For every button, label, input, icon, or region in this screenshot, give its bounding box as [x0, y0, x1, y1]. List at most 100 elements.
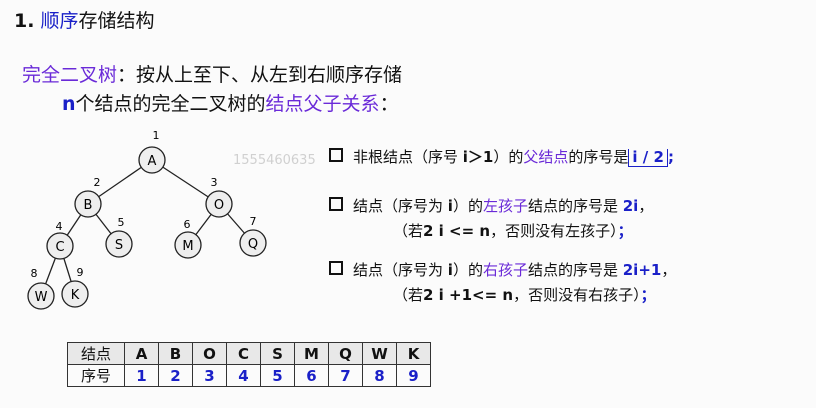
rule3-text-c: ）的	[452, 261, 483, 279]
table-cell: Q	[328, 342, 363, 365]
table-cell: 8	[362, 364, 397, 387]
node-label-a: A	[148, 154, 157, 169]
node-index-w: 8	[31, 267, 38, 280]
intro-line-1: 完全二叉树：按从上至下、从左到右顺序存储	[22, 60, 402, 87]
rule3-end: ，	[661, 261, 677, 279]
table-cell: 6	[294, 364, 329, 387]
rule2-end: ，	[638, 197, 654, 215]
rule-parent: 非根结点（序号 i＞1）的父结点的序号是 i / 2;	[329, 146, 674, 167]
rule1-formula: i / 2	[628, 149, 668, 167]
rule2-text-e: 结点的序号是	[527, 197, 623, 215]
intro-term: 完全二叉树	[22, 64, 118, 86]
table-cell: K	[396, 342, 431, 365]
rule3-cond-c: ，否则没有右孩子）	[513, 286, 641, 304]
table-cell: 5	[260, 364, 295, 387]
tree-node-a: A 1	[138, 129, 166, 174]
section-heading: 1. 顺序存储结构	[14, 6, 155, 33]
table-cell: 9	[396, 364, 431, 387]
node-label-m: M	[182, 239, 193, 254]
rule-left-child: 结点（序号为 i）的左孩子结点的序号是 2i，	[329, 195, 653, 216]
rule2-cond-a: （若	[393, 222, 424, 240]
rule3-text-a: 结点（序号为	[353, 261, 448, 279]
heading-number: 1.	[14, 10, 35, 32]
node-label-b: B	[84, 198, 93, 213]
intro-line-2: n个结点的完全二叉树的结点父子关系：	[62, 89, 399, 116]
intro-line2-b: 结点父子关系	[265, 93, 380, 115]
rule3-cond-a: （若	[393, 286, 424, 304]
tree-node-b: B 2	[74, 176, 102, 218]
rule-right-child: 结点（序号为 i）的右孩子结点的序号是 2i+1，	[329, 259, 676, 280]
table-header-node: 结点	[67, 342, 125, 365]
node-index-c: 4	[56, 220, 63, 233]
tree-node-o: O 3	[205, 176, 233, 218]
node-index-a: 1	[153, 129, 160, 142]
intro-n: n	[62, 93, 76, 115]
rule2-formula: 2i	[622, 197, 639, 215]
rule1-text-a: 非根结点（序号	[353, 148, 463, 166]
rule1-term: 父结点	[523, 148, 569, 166]
table-row-indices: 序号 1 2 3 4 5 6 7 8 9	[67, 364, 431, 387]
tree-node-k: K 9	[61, 266, 89, 308]
tree-node-c: C 4	[46, 220, 74, 260]
node-label-k: K	[71, 288, 80, 303]
checkbox-icon	[329, 197, 343, 211]
rule-left-child-condition: （若2 i <= n，否则没有左孩子）；	[393, 220, 633, 241]
intro-line2-c: ：	[379, 93, 399, 115]
rule1-text-c: ）的	[493, 148, 524, 166]
rule2-cond-c: ，否则没有左孩子）	[490, 222, 618, 240]
node-index-q: 7	[250, 215, 257, 228]
table-cell: O	[192, 342, 227, 365]
rule2-text-c: ）的	[452, 197, 483, 215]
node-label-w: W	[35, 290, 48, 305]
rule3-cond-end: ；	[640, 286, 656, 304]
rule2-cond-end: ；	[617, 222, 633, 240]
table-header-index: 序号	[67, 364, 125, 387]
node-label-c: C	[55, 240, 64, 255]
node-index-s: 5	[118, 216, 125, 229]
heading-accent: 顺序	[40, 10, 79, 32]
table-cell: A	[124, 342, 159, 365]
checkbox-icon	[329, 148, 343, 162]
tree-node-m: M 6	[174, 218, 202, 259]
rule1-text-e: 的序号是	[568, 148, 629, 166]
table-cell: 3	[192, 364, 227, 387]
table-cell: 2	[158, 364, 193, 387]
rule3-formula: 2i+1	[622, 261, 662, 279]
rule3-term: 右孩子	[482, 261, 528, 279]
binary-tree-diagram: A 1 B 2 O 3 C 4 S 5 M 6 Q 7 W 8 K 9	[27, 129, 267, 310]
node-index-m: 6	[184, 218, 191, 231]
table-cell: B	[158, 342, 193, 365]
node-index-k: 9	[77, 266, 84, 279]
tree-node-s: S 5	[105, 216, 133, 258]
tree-edges	[40, 159, 254, 297]
watermark-text: 1555460635	[233, 153, 316, 168]
rule3-text-e: 结点的序号是	[527, 261, 623, 279]
node-label-s: S	[115, 238, 123, 253]
rule1-condition: i＞1	[462, 148, 494, 166]
checkbox-icon	[329, 261, 343, 275]
node-index-table: 结点 A B O C S M Q W K 序号 1 2 3 4 5 6 7 8 …	[67, 342, 431, 387]
table-cell: S	[260, 342, 295, 365]
heading-rest: 存储结构	[78, 10, 155, 32]
node-label-q: Q	[248, 237, 258, 252]
rule3-cond-expr: 2 i +1<= n	[423, 286, 514, 304]
table-cell: 7	[328, 364, 363, 387]
rule-right-child-condition: （若2 i +1<= n，否则没有右孩子）；	[393, 284, 656, 305]
node-label-o: O	[214, 198, 224, 213]
rule1-end: ;	[667, 148, 674, 166]
intro-line1-rest: ：按从上至下、从左到右顺序存储	[117, 64, 403, 86]
rule2-cond-expr: 2 i <= n	[423, 222, 491, 240]
table-cell: 1	[124, 364, 159, 387]
table-cell: C	[226, 342, 261, 365]
table-cell: W	[362, 342, 397, 365]
tree-nodes: A 1 B 2 O 3 C 4 S 5 M 6 Q 7 W 8 K 9	[27, 129, 267, 310]
table-row-labels: 结点 A B O C S M Q W K	[67, 342, 431, 365]
rule2-term: 左孩子	[482, 197, 528, 215]
table-cell: M	[294, 342, 329, 365]
node-index-b: 2	[94, 176, 101, 189]
rule2-text-a: 结点（序号为	[353, 197, 448, 215]
tree-node-q: Q 7	[239, 215, 267, 257]
node-index-o: 3	[211, 176, 218, 189]
table-cell: 4	[226, 364, 261, 387]
intro-line2-a: 个结点的完全二叉树的	[75, 93, 266, 115]
